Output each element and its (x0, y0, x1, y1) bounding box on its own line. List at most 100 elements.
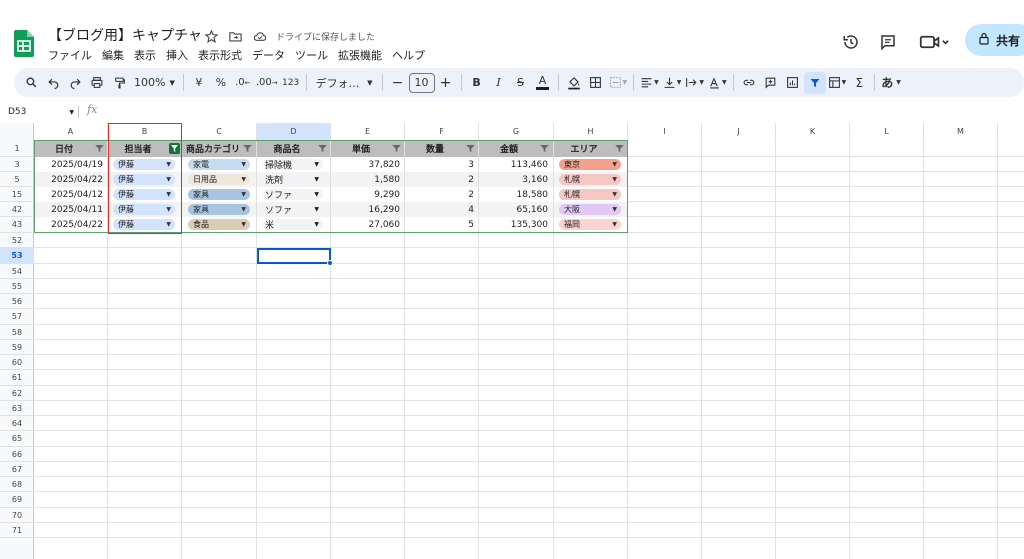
filter-icon[interactable] (615, 145, 624, 152)
merge-cells-icon[interactable]: ▼ (607, 72, 630, 94)
product-dropdown[interactable]: ソファ ▼ (263, 189, 323, 201)
cell-qty[interactable]: 2 (405, 172, 479, 187)
number-format-button[interactable]: 123 (280, 72, 302, 94)
cell-price[interactable]: 37,820 (331, 157, 405, 172)
menu-format[interactable]: 表示形式 (198, 47, 242, 63)
strikethrough-button[interactable]: S (510, 72, 532, 94)
category-chip[interactable]: 家具 ▼ (188, 204, 250, 215)
column-header-h[interactable]: H (554, 123, 628, 140)
row-header-60[interactable]: 60 (0, 355, 34, 370)
product-dropdown[interactable]: 掃除機 ▼ (263, 159, 323, 171)
cell-price[interactable]: 1,580 (331, 172, 405, 187)
row-header-66[interactable]: 66 (0, 447, 34, 462)
row-header-62[interactable]: 62 (0, 386, 34, 401)
horizontal-align-icon[interactable]: ▼ (638, 72, 661, 94)
increase-decimal-button[interactable]: .00 → (254, 72, 280, 94)
cell-qty[interactable]: 3 (405, 157, 479, 172)
decrease-decimal-button[interactable]: .0 ← (232, 72, 254, 94)
header-person[interactable]: 担当者 (108, 140, 168, 157)
column-header-i[interactable]: I (628, 123, 702, 140)
bold-button[interactable]: B (466, 72, 488, 94)
category-chip[interactable]: 日用品 ▼ (188, 174, 250, 185)
percent-format-button[interactable]: % (210, 72, 232, 94)
select-all-corner[interactable] (0, 123, 34, 140)
column-header-f[interactable]: F (405, 123, 479, 140)
product-dropdown[interactable]: 米 ▼ (263, 219, 323, 231)
row-header-3[interactable]: 3 (0, 157, 34, 172)
area-chip[interactable]: 福岡 ▼ (559, 219, 621, 230)
cell-amount[interactable]: 135,300 (479, 217, 553, 232)
active-cell-D53[interactable] (257, 248, 331, 264)
text-color-button[interactable]: A (532, 72, 554, 94)
name-box[interactable]: D53 ▼ (8, 105, 74, 119)
decrease-font-size-button[interactable]: − (387, 72, 409, 94)
comments-icon[interactable] (878, 32, 898, 52)
print-icon[interactable] (86, 72, 108, 94)
product-dropdown[interactable]: ソファ ▼ (263, 204, 323, 216)
product-dropdown[interactable]: 洗剤 ▼ (263, 174, 323, 186)
person-chip[interactable]: 伊藤 ▼ (113, 159, 175, 170)
menu-tools[interactable]: ツール (295, 47, 328, 63)
document-title[interactable]: 【ブログ用】キャプチャ (48, 25, 202, 45)
header-area[interactable]: エリア (554, 140, 614, 157)
cell-date[interactable]: 2025/04/22 (34, 217, 108, 232)
column-header-a[interactable]: A (34, 123, 108, 140)
row-header-53[interactable]: 53 (0, 248, 34, 264)
row-header-68[interactable]: 68 (0, 477, 34, 492)
italic-button[interactable]: I (488, 72, 510, 94)
menu-extensions[interactable]: 拡張機能 (338, 47, 382, 63)
area-chip[interactable]: 大阪 ▼ (559, 204, 621, 215)
sheets-logo-icon[interactable] (14, 30, 34, 57)
cell-date[interactable]: 2025/04/11 (34, 202, 108, 217)
input-tools-button[interactable]: あ ▼ (879, 72, 903, 94)
undo-icon[interactable] (42, 72, 64, 94)
column-header-e[interactable]: E (331, 123, 405, 140)
filter-icon[interactable] (95, 145, 104, 152)
filter-icon[interactable] (392, 145, 401, 152)
font-size-input[interactable]: 10 (408, 72, 435, 93)
row-header-54[interactable]: 54 (0, 264, 34, 279)
cell-qty[interactable]: 5 (405, 217, 479, 232)
area-chip[interactable]: 東京 ▼ (559, 159, 621, 170)
vertical-align-icon[interactable]: ▼ (661, 72, 684, 94)
cell-qty[interactable]: 2 (405, 187, 479, 202)
text-rotation-icon[interactable]: ▼ (706, 72, 729, 94)
row-header-71[interactable]: 71 (0, 523, 34, 538)
font-family-select[interactable]: デフォ... ▼ (311, 72, 378, 94)
column-header-j[interactable]: J (702, 123, 776, 140)
cell-date[interactable]: 2025/04/12 (34, 187, 108, 202)
cell-amount[interactable]: 113,460 (479, 157, 553, 172)
menu-insert[interactable]: 挿入 (166, 47, 188, 63)
person-chip[interactable]: 伊藤 ▼ (113, 204, 175, 215)
column-header-c[interactable]: C (182, 123, 257, 140)
header-date[interactable]: 日付 (34, 140, 94, 157)
meet-icon[interactable] (918, 32, 950, 52)
increase-font-size-button[interactable]: + (435, 72, 457, 94)
filter-icon[interactable] (540, 145, 549, 152)
redo-icon[interactable] (64, 72, 86, 94)
header-amount[interactable]: 金額 (479, 140, 539, 157)
menu-view[interactable]: 表示 (134, 47, 156, 63)
cell-qty[interactable]: 4 (405, 202, 479, 217)
row-header-64[interactable]: 64 (0, 416, 34, 431)
row-header-55[interactable]: 55 (0, 279, 34, 294)
filter-views-icon[interactable]: ▼ (826, 72, 849, 94)
category-chip[interactable]: 家電 ▼ (188, 159, 250, 170)
text-wrap-icon[interactable]: ▼ (683, 72, 706, 94)
column-header-g[interactable]: G (479, 123, 554, 140)
insert-link-icon[interactable] (738, 72, 760, 94)
spreadsheet-grid[interactable]: ABCDEFGHIJKLM 1 3 5 15 42 43 52 53 54 55 56 57 58 59 6… (0, 123, 1024, 559)
row-header-58[interactable]: 58 (0, 325, 34, 340)
cell-amount[interactable]: 3,160 (479, 172, 553, 187)
cell-amount[interactable]: 65,160 (479, 202, 553, 217)
row-header-67[interactable]: 67 (0, 462, 34, 477)
cloud-saved-icon[interactable] (251, 28, 268, 45)
row-header-5[interactable]: 5 (0, 172, 34, 187)
menu-data[interactable]: データ (252, 47, 285, 63)
borders-icon[interactable] (585, 72, 607, 94)
column-header-d[interactable]: D (257, 123, 331, 140)
row-header-43[interactable]: 43 (0, 217, 34, 233)
fill-color-icon[interactable] (563, 72, 585, 94)
cell-date[interactable]: 2025/04/19 (34, 157, 108, 172)
menu-help[interactable]: ヘルプ (392, 47, 425, 63)
